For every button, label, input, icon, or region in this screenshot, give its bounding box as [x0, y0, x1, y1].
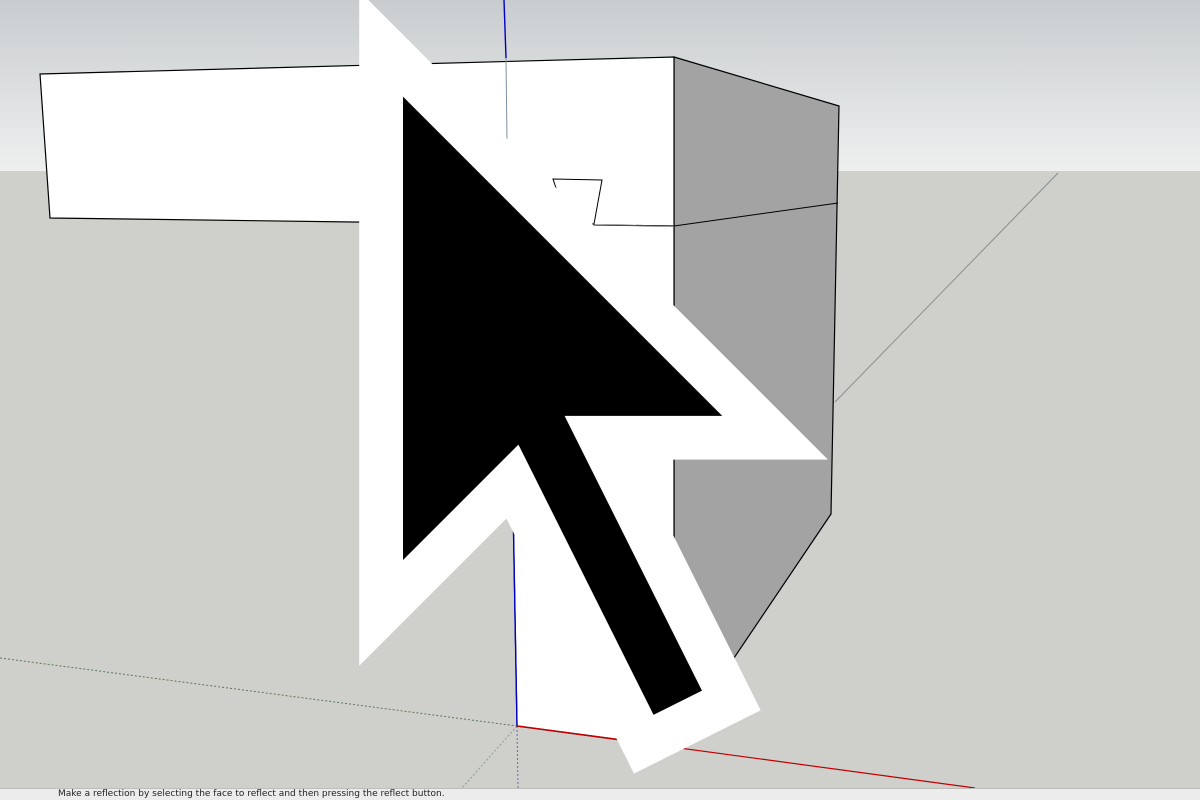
sketchup-window: Make a reflection by selecting the face …: [0, 0, 1200, 800]
status-bar: Make a reflection by selecting the face …: [0, 788, 1200, 800]
scene-canvas[interactable]: [0, 0, 1200, 788]
vertical-leg-face[interactable]: [507, 223, 675, 748]
3d-viewport[interactable]: [0, 0, 1200, 788]
status-text: Make a reflection by selecting the face …: [58, 789, 445, 799]
